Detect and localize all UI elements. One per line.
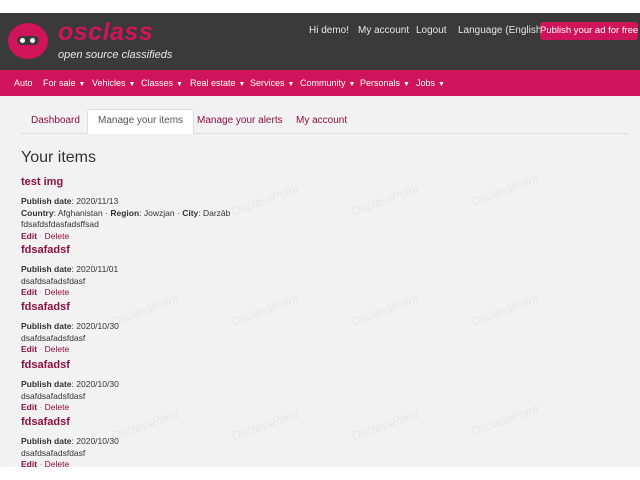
nav-item-jobs[interactable]: Jobs ▼ (416, 70, 445, 96)
item-publish-date: Publish date: 2020/10/30 (21, 436, 119, 446)
nav-item-vehicles[interactable]: Vehicles ▼ (92, 70, 135, 96)
site-header: osclass open source classifieds Hi demo!… (0, 13, 640, 70)
delete-link[interactable]: Delete (45, 231, 70, 241)
chevron-down-icon: ▼ (78, 81, 86, 88)
item-publish-date: Publish date: 2020/11/13 (21, 196, 119, 206)
tab-manage-items[interactable]: Manage your items (87, 109, 195, 134)
nav-item-personals[interactable]: Personals ▼ (360, 70, 410, 96)
item-title-link[interactable]: fdsafadsf (21, 359, 441, 375)
watermark: OsclassPoint (469, 171, 541, 209)
item-actions: Edit · Delete (21, 459, 70, 467)
edit-link[interactable]: Edit (21, 459, 37, 467)
logo-tagline: open source classifieds (58, 49, 173, 61)
delete-link[interactable]: Delete (45, 287, 70, 297)
item-description: fdsafdsfdasfadsffsad (21, 219, 99, 229)
tab-my-account[interactable]: My account (286, 110, 357, 132)
item-publish-date: Publish date: 2020/10/30 (21, 379, 119, 389)
chevron-down-icon: ▼ (238, 81, 246, 88)
list-item: test img Publish date: 2020/11/13 Countr… (21, 176, 441, 242)
nav-item-for-sale[interactable]: For sale ▼ (43, 70, 85, 96)
nav-item-community[interactable]: Community ▼ (300, 70, 355, 96)
item-title-link[interactable]: fdsafadsf (21, 416, 441, 432)
edit-link[interactable]: Edit (21, 344, 37, 354)
logo-mascot-icon (8, 23, 48, 59)
chevron-down-icon: ▼ (176, 81, 183, 88)
watermark: OsclassPoint (469, 401, 541, 439)
logout-link[interactable]: Logout (416, 25, 447, 36)
item-description: dsafdsafadsfdasf (21, 332, 86, 343)
item-actions: Edit · Delete (21, 230, 70, 241)
item-publish-date: Publish date: 2020/10/30 (21, 321, 119, 331)
item-actions: Edit · Delete (21, 402, 70, 412)
language-selector[interactable]: Language (English) (458, 25, 545, 36)
site-logo[interactable]: osclass open source classifieds (8, 18, 178, 66)
logo-name: osclass (58, 18, 154, 46)
my-account-link[interactable]: My account (358, 25, 409, 36)
item-title-link[interactable]: test img (21, 176, 441, 192)
chevron-down-icon: ▼ (403, 81, 410, 88)
nav-item-real-estate[interactable]: Real estate ▼ (190, 70, 245, 96)
category-nav: Auto For sale ▼ Vehicles ▼ Classes ▼ Real e… (0, 70, 640, 96)
nav-item-auto[interactable]: Auto (14, 70, 33, 96)
edit-link[interactable]: Edit (21, 231, 37, 241)
chevron-down-icon: ▼ (287, 81, 295, 88)
item-location: Country: Afghanistan · Region: Jowzjan ·… (21, 207, 231, 218)
item-title-link[interactable]: fdsafadsf (21, 301, 441, 317)
watermark: OsclassPoint (469, 291, 541, 329)
item-description: dsafdsafadsfdasf (21, 447, 86, 458)
publish-ad-button[interactable]: Publish your ad for free (540, 22, 638, 40)
tab-manage-alerts[interactable]: Manage your alerts (187, 110, 293, 132)
chevron-down-icon: ▼ (348, 81, 356, 88)
list-item: fdsafadsf Publish date: 2020/10/30 dsafd… (21, 301, 441, 356)
edit-link[interactable]: Edit (21, 402, 37, 412)
tab-dashboard[interactable]: Dashboard (21, 110, 90, 132)
edit-link[interactable]: Edit (21, 287, 37, 297)
item-publish-date: Publish date: 2020/11/01 (21, 264, 119, 274)
nav-item-classes[interactable]: Classes ▼ (141, 70, 183, 96)
page-title: Your items (21, 149, 96, 166)
item-title-link[interactable]: fdsafadsf (21, 244, 441, 260)
browser-viewport: OsclassPoint OsclassPoint OsclassPoint O… (0, 13, 640, 467)
delete-link[interactable]: Delete (45, 402, 70, 412)
account-tabs: Dashboard Manage your items Manage your … (21, 109, 628, 134)
delete-link[interactable]: Delete (45, 344, 70, 354)
greeting-link[interactable]: Hi demo! (309, 25, 349, 36)
delete-link[interactable]: Delete (45, 459, 70, 467)
nav-item-services[interactable]: Services ▼ (250, 70, 294, 96)
item-description: dsafdsafadsfdasf (21, 275, 86, 286)
chevron-down-icon: ▼ (438, 81, 445, 88)
list-item: fdsafadsf Publish date: 2020/10/30 dsafd… (21, 416, 441, 467)
list-item: fdsafadsf Publish date: 2020/11/01 dsafd… (21, 244, 441, 299)
item-description: dsafdsafadsfdasf (21, 390, 86, 401)
item-actions: Edit · Delete (21, 344, 70, 354)
chevron-down-icon: ▼ (128, 81, 136, 88)
item-actions: Edit · Delete (21, 287, 70, 297)
list-item: fdsafadsf Publish date: 2020/10/30 dsafd… (21, 359, 441, 414)
